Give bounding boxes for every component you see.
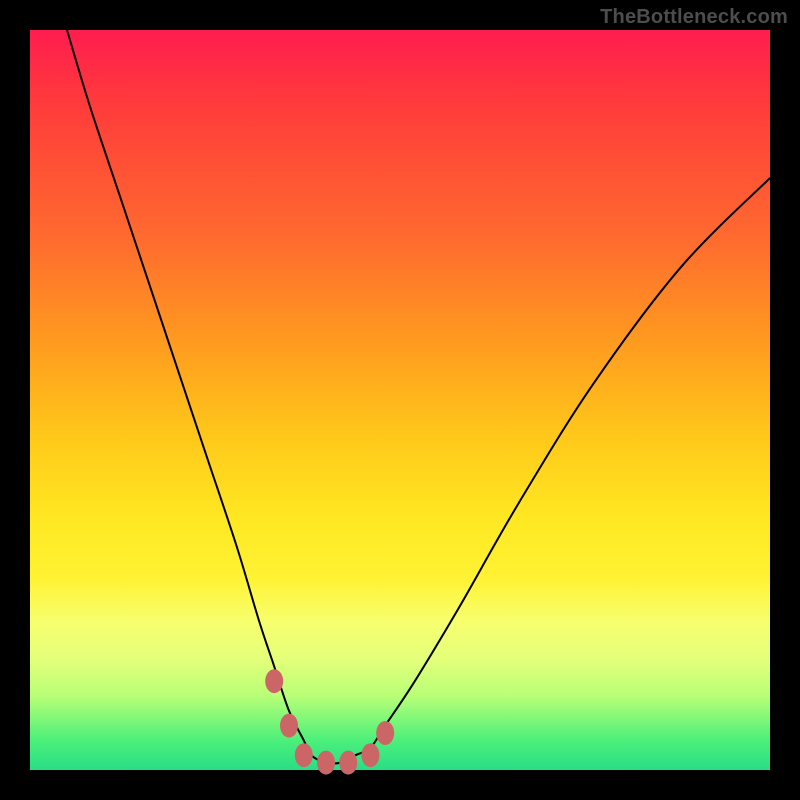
curve-marker (361, 743, 379, 767)
curve-marker (295, 743, 313, 767)
marker-layer (265, 669, 394, 774)
watermark-text: TheBottleneck.com (600, 6, 788, 29)
curve-marker (339, 751, 357, 775)
curve-marker (376, 721, 394, 745)
curve-marker (317, 751, 335, 775)
curve-layer (30, 30, 770, 770)
bottleneck-curve (67, 30, 770, 764)
chart-frame: TheBottleneck.com (0, 0, 800, 800)
curve-marker (280, 714, 298, 738)
curve-marker (265, 669, 283, 693)
plot-area (30, 30, 770, 770)
